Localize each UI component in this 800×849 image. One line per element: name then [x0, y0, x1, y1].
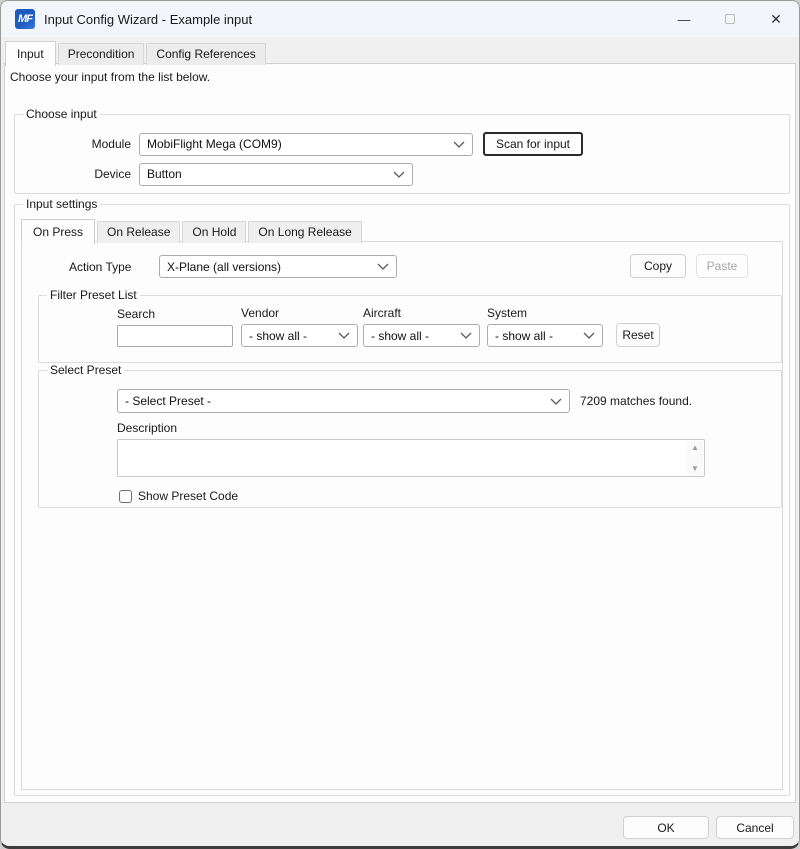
aircraft-label: Aircraft — [363, 306, 480, 320]
aircraft-select-value: - show all - — [371, 329, 429, 343]
module-label: Module — [27, 137, 131, 151]
input-config-wizard-dialog: MF Input Config Wizard - Example input —… — [0, 0, 800, 849]
on-press-tab-page: Action Type X-Plane (all versions) Copy … — [21, 241, 783, 790]
scroll-up-icon[interactable]: ▲ — [691, 443, 699, 452]
cancel-button[interactable]: Cancel — [716, 816, 794, 839]
main-tabstrip: Input Precondition Config References — [5, 41, 268, 65]
aircraft-select[interactable]: - show all - — [363, 324, 480, 347]
search-label: Search — [117, 307, 233, 321]
chevron-down-icon — [460, 332, 472, 339]
select-preset-legend: Select Preset — [47, 363, 124, 377]
chevron-down-icon — [453, 141, 465, 148]
close-button[interactable]: ✕ — [753, 1, 799, 37]
title-bar: MF Input Config Wizard - Example input —… — [1, 1, 799, 37]
tab-config-references[interactable]: Config References — [146, 43, 265, 65]
ok-button[interactable]: OK — [623, 816, 709, 839]
device-label: Device — [27, 167, 131, 181]
chevron-down-icon — [338, 332, 350, 339]
module-select[interactable]: MobiFlight Mega (COM9) — [139, 133, 473, 156]
vendor-select-value: - show all - — [249, 329, 307, 343]
maximize-button — [707, 1, 753, 37]
filter-preset-list-group: Filter Preset List Search Vendor - show … — [38, 295, 782, 363]
paste-button: Paste — [696, 254, 748, 278]
show-preset-code-row[interactable]: Show Preset Code — [119, 489, 238, 503]
show-preset-code-checkbox[interactable] — [119, 490, 132, 503]
system-label: System — [487, 306, 603, 320]
tab-input[interactable]: Input — [5, 41, 56, 66]
tab-on-press[interactable]: On Press — [21, 219, 95, 244]
minimize-button[interactable]: — — [661, 1, 707, 37]
description-scrollbar[interactable]: ▲ ▼ — [687, 441, 703, 475]
tab-precondition[interactable]: Precondition — [58, 43, 145, 65]
choose-input-group: Choose input Module MobiFlight Mega (COM… — [14, 114, 790, 194]
action-type-select-value: X-Plane (all versions) — [167, 260, 281, 274]
device-select[interactable]: Button — [139, 163, 413, 186]
select-preset-group: Select Preset - Select Preset - 7209 mat… — [38, 370, 782, 508]
tab-on-long-release[interactable]: On Long Release — [248, 221, 361, 243]
description-textarea[interactable]: ▲ ▼ — [117, 439, 705, 477]
filter-preset-list-legend: Filter Preset List — [47, 288, 140, 302]
description-label: Description — [117, 421, 177, 435]
vendor-select[interactable]: - show all - — [241, 324, 358, 347]
copy-button[interactable]: Copy — [630, 254, 686, 278]
action-type-select[interactable]: X-Plane (all versions) — [159, 255, 397, 278]
dialog-footer: OK Cancel — [1, 803, 799, 846]
vendor-label: Vendor — [241, 306, 358, 320]
search-input[interactable] — [117, 325, 233, 347]
tab-on-release[interactable]: On Release — [97, 221, 180, 243]
chevron-down-icon — [550, 398, 562, 405]
chevron-down-icon — [377, 263, 389, 270]
maximize-icon — [725, 14, 735, 24]
chevron-down-icon — [393, 171, 405, 178]
input-settings-legend: Input settings — [23, 197, 100, 211]
input-settings-group: Input settings On Press On Release On Ho… — [14, 204, 790, 796]
window-controls: — ✕ — [661, 1, 799, 37]
scroll-down-icon[interactable]: ▼ — [691, 464, 699, 473]
mobiflight-logo-icon: MF — [15, 9, 35, 29]
intro-text: Choose your input from the list below. — [10, 70, 210, 84]
matches-found-text: 7209 matches found. — [580, 394, 692, 408]
tab-on-hold[interactable]: On Hold — [182, 221, 246, 243]
action-type-label: Action Type — [69, 260, 152, 274]
scan-for-input-button[interactable]: Scan for input — [483, 132, 583, 156]
window-title: Input Config Wizard - Example input — [44, 12, 252, 27]
choose-input-legend: Choose input — [23, 107, 100, 121]
chevron-down-icon — [583, 332, 595, 339]
preset-select[interactable]: - Select Preset - — [117, 389, 570, 413]
system-select[interactable]: - show all - — [487, 324, 603, 347]
reset-button[interactable]: Reset — [616, 323, 660, 347]
preset-select-value: - Select Preset - — [125, 394, 211, 408]
device-select-value: Button — [147, 167, 182, 181]
event-tabstrip: On Press On Release On Hold On Long Rele… — [21, 219, 364, 243]
input-tab-page: Choose your input from the list below. C… — [4, 63, 796, 803]
module-select-value: MobiFlight Mega (COM9) — [147, 137, 282, 151]
system-select-value: - show all - — [495, 329, 553, 343]
show-preset-code-label: Show Preset Code — [138, 489, 238, 503]
